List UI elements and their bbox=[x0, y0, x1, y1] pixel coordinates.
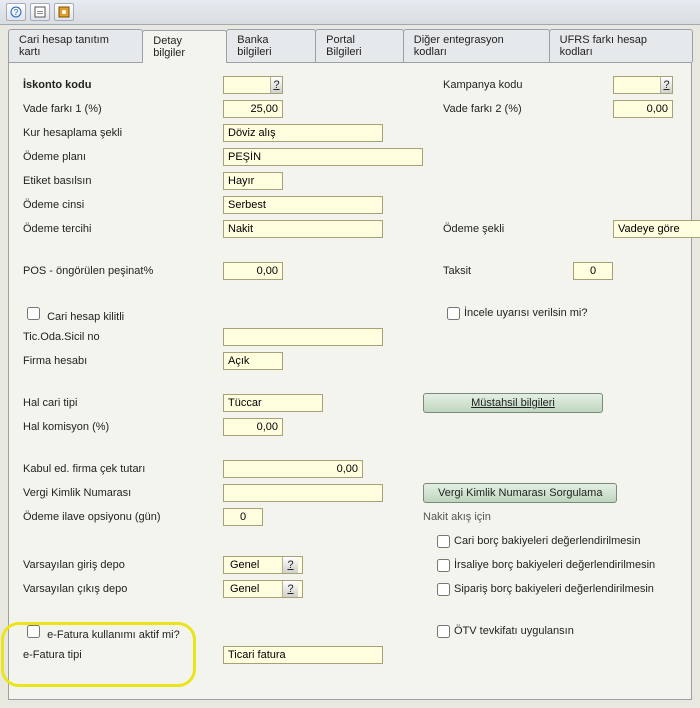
etiket-basilsin-input[interactable] bbox=[223, 172, 283, 190]
label-odeme-ilave: Ödeme ilave opsiyonu (gün) bbox=[23, 511, 223, 523]
incele-uyari-checkbox[interactable] bbox=[447, 307, 460, 320]
irsaliye-borc-checkbox[interactable] bbox=[437, 559, 450, 572]
lookup-icon[interactable]: ? bbox=[282, 557, 298, 573]
label-cari-kilitli: Cari hesap kilitli bbox=[47, 311, 124, 323]
lookup-icon[interactable]: ? bbox=[660, 77, 672, 93]
cari-borc-checkbox[interactable] bbox=[437, 535, 450, 548]
kur-hesap-input[interactable] bbox=[223, 124, 383, 142]
vars-giris-lookup[interactable]: ? bbox=[223, 556, 303, 574]
odeme-plani-input[interactable] bbox=[223, 148, 423, 166]
odeme-tercihi-input[interactable] bbox=[223, 220, 383, 238]
ledger-icon[interactable] bbox=[54, 3, 74, 21]
lookup-icon[interactable]: ? bbox=[270, 77, 282, 93]
label-vade-farki-2: Vade farkı 2 (%) bbox=[443, 103, 613, 115]
tab-cari-hesap[interactable]: Cari hesap tanıtım kartı bbox=[8, 29, 143, 62]
label-otv-tevkifat: ÖTV tevkifatı uygulansın bbox=[454, 625, 574, 637]
label-kampanya-kodu: Kampanya kodu bbox=[443, 79, 613, 91]
label-kabul-cek: Kabul ed. firma çek tutarı bbox=[23, 463, 223, 475]
mustahsil-button[interactable]: Müstahsil bilgileri bbox=[423, 393, 603, 413]
hal-komisyon-input[interactable] bbox=[223, 418, 283, 436]
label-taksit: Taksit bbox=[443, 265, 573, 277]
vergi-sorgu-button[interactable]: Vergi Kimlik Numarası Sorgulama bbox=[423, 483, 617, 503]
taksit-input[interactable] bbox=[573, 262, 613, 280]
label-vade-farki-1: Vade farkı 1 (%) bbox=[23, 103, 223, 115]
label-vergi-kimlik: Vergi Kimlik Numarası bbox=[23, 487, 223, 499]
tab-banka[interactable]: Banka bilgileri bbox=[226, 29, 316, 62]
odeme-sekli-input[interactable] bbox=[613, 220, 700, 238]
kabul-cek-input[interactable] bbox=[223, 460, 363, 478]
label-iskonto-kodu: İskonto kodu bbox=[23, 79, 223, 91]
label-efatura-aktif: e-Fatura kullanımı aktif mi? bbox=[47, 629, 180, 641]
kampanya-kodu-input[interactable] bbox=[618, 78, 658, 92]
label-siparis-borc: Sipariş borç bakiyeleri değerlendirilmes… bbox=[454, 583, 654, 595]
label-nakit-akis: Nakit akış için bbox=[423, 511, 491, 523]
cari-kilitli-wrap: Cari hesap kilitli bbox=[23, 304, 223, 323]
label-odeme-tercihi: Ödeme tercihi bbox=[23, 223, 223, 235]
hal-cari-tipi-input[interactable] bbox=[223, 394, 323, 412]
odeme-ilave-input[interactable] bbox=[223, 508, 263, 526]
label-cari-borc: Cari borç bakiyeleri değerlendirilmesin bbox=[454, 535, 640, 547]
label-odeme-sekli: Ödeme şekli bbox=[443, 223, 613, 235]
toolbar: ? bbox=[0, 0, 700, 25]
label-efatura-tipi: e-Fatura tipi bbox=[23, 649, 223, 661]
vergi-kimlik-input[interactable] bbox=[223, 484, 383, 502]
otv-tevkifat-checkbox[interactable] bbox=[437, 625, 450, 638]
iskonto-kodu-input[interactable] bbox=[228, 78, 268, 92]
label-hal-cari-tipi: Hal cari tipi bbox=[23, 397, 223, 409]
label-firma-hesabi: Firma hesabı bbox=[23, 355, 223, 367]
vars-cikis-lookup[interactable]: ? bbox=[223, 580, 303, 598]
firma-hesabi-input[interactable] bbox=[223, 352, 283, 370]
label-vars-giris: Varsayılan giriş depo bbox=[23, 559, 223, 571]
efatura-aktif-wrap: e-Fatura kullanımı aktif mi? bbox=[23, 622, 223, 641]
tab-detay-bilgiler[interactable]: Detay bilgiler bbox=[142, 30, 227, 63]
label-kur-hesap: Kur hesaplama şekli bbox=[23, 127, 223, 139]
label-tic-oda: Tic.Oda.Sicil no bbox=[23, 331, 223, 343]
svg-text:?: ? bbox=[14, 8, 19, 17]
label-pos-pesinat: POS - öngörülen peşinat% bbox=[23, 265, 223, 277]
label-odeme-plani: Ödeme planı bbox=[23, 151, 223, 163]
label-vars-cikis: Varsayılan çıkış depo bbox=[23, 583, 223, 595]
vars-cikis-input[interactable] bbox=[228, 582, 280, 596]
tab-portal[interactable]: Portal Bilgileri bbox=[315, 29, 404, 62]
siparis-borc-checkbox[interactable] bbox=[437, 583, 450, 596]
detail-form: İskonto kodu ? Kampanya kodu ? Vade fark… bbox=[8, 63, 692, 700]
label-hal-komisyon: Hal komisyon (%) bbox=[23, 421, 223, 433]
vade-farki-1-input[interactable] bbox=[223, 100, 283, 118]
kampanya-kodu-lookup[interactable]: ? bbox=[613, 76, 673, 94]
label-odeme-cinsi: Ödeme cinsi bbox=[23, 199, 223, 211]
cari-kilitli-checkbox[interactable] bbox=[27, 307, 40, 320]
lookup-icon[interactable]: ? bbox=[282, 581, 298, 597]
vars-giris-input[interactable] bbox=[228, 558, 280, 572]
tic-oda-input[interactable] bbox=[223, 328, 383, 346]
tab-bar: Cari hesap tanıtım kartı Detay bilgiler … bbox=[8, 29, 692, 63]
help-icon[interactable]: ? bbox=[6, 3, 26, 21]
tab-entegrasyon[interactable]: Diğer entegrasyon kodları bbox=[403, 29, 550, 62]
efatura-tipi-input[interactable] bbox=[223, 646, 383, 664]
save-icon[interactable] bbox=[30, 3, 50, 21]
tab-ufrs[interactable]: UFRS farkı hesap kodları bbox=[549, 29, 693, 62]
pos-pesinat-input[interactable] bbox=[223, 262, 283, 280]
label-etiket-basilsin: Etiket basılsın bbox=[23, 175, 223, 187]
odeme-cinsi-input[interactable] bbox=[223, 196, 383, 214]
efatura-aktif-checkbox[interactable] bbox=[27, 625, 40, 638]
label-incele-uyari: İncele uyarısı verilsin mi? bbox=[464, 307, 588, 319]
iskonto-kodu-lookup[interactable]: ? bbox=[223, 76, 283, 94]
label-irsaliye-borc: İrsaliye borç bakiyeleri değerlendirilme… bbox=[454, 559, 655, 571]
vade-farki-2-input[interactable] bbox=[613, 100, 673, 118]
